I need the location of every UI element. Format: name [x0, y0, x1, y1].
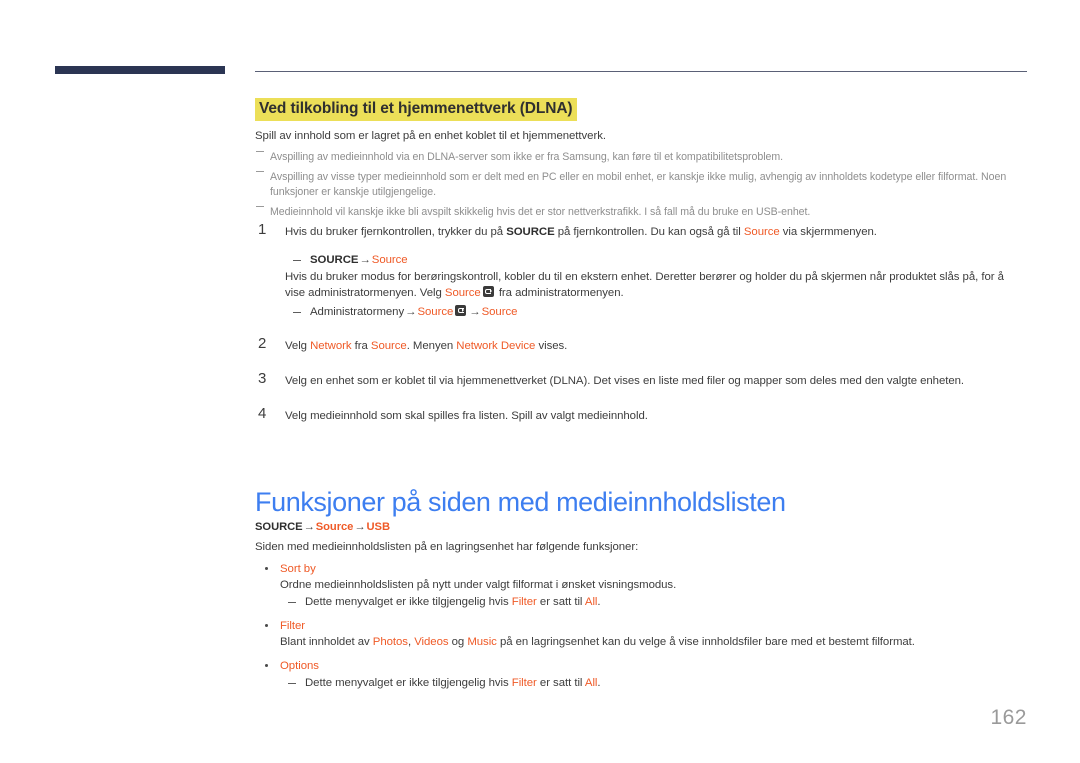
- step-sub-path-1: SOURCE→Source: [285, 252, 1027, 268]
- network-device-menu-link[interactable]: Network Device: [456, 340, 535, 352]
- source-menu-link[interactable]: Source: [371, 340, 407, 352]
- feature-title[interactable]: Filter: [280, 618, 1027, 634]
- section-intro-text: Spill av innhold som er lagret på en enh…: [255, 130, 606, 142]
- feature-note-part: Dette menyvalget er ikke tilgjengelig hv…: [305, 677, 512, 689]
- step-text: Velg medieinnhold som skal spilles fra l…: [285, 410, 648, 422]
- music-menu-link[interactable]: Music: [467, 636, 497, 648]
- all-option-link[interactable]: All: [585, 596, 598, 608]
- feature-desc-part: på en lagringsenhet kan du velge å vise …: [496, 636, 915, 648]
- step-number: 3: [258, 370, 267, 387]
- feature-item-sort-by: Sort by Ordne medieinnholdslisten på nyt…: [255, 561, 1027, 610]
- step-item-2: 2 Velg Network fra Source. Menyen Networ…: [255, 335, 1027, 354]
- header-divider: [255, 71, 1027, 72]
- step-item-4: 4 Velg medieinnhold som skal spilles fra…: [255, 405, 1027, 424]
- dash-marker-icon: [293, 260, 301, 261]
- source-menu-link[interactable]: Source: [417, 306, 453, 318]
- dash-marker-icon: [256, 206, 264, 207]
- feature-description: Blant innholdet av Photos, Videos og Mus…: [280, 634, 1027, 650]
- feature-item-options: Options Dette menyvalget er ikke tilgjen…: [255, 658, 1027, 691]
- videos-menu-link[interactable]: Videos: [414, 636, 448, 648]
- step-number: 1: [258, 221, 267, 238]
- step-text: Velg en enhet som er koblet til via hjem…: [285, 375, 965, 387]
- note-text: Medieinnhold vil kanskje ikke bli avspil…: [270, 206, 811, 218]
- note-text: Avspilling av medieinnhold via en DLNA-s…: [270, 151, 784, 163]
- step-body-part: Hvis du bruker modus for berøringskontro…: [285, 271, 1004, 299]
- bullet-marker-icon: [265, 624, 268, 627]
- feature-desc-part: og: [448, 636, 468, 648]
- enter-key-icon: [455, 305, 467, 316]
- step-text-part: vises.: [535, 340, 568, 352]
- bullet-marker-icon: [265, 567, 268, 570]
- source-menu-link[interactable]: Source: [482, 306, 518, 318]
- page-number: 162: [990, 706, 1027, 729]
- admin-menu-label: Administratormeny: [310, 306, 405, 318]
- navy-accent-bar: [55, 66, 225, 74]
- dash-marker-icon: [288, 683, 296, 684]
- feature-note-part: Dette menyvalget er ikke tilgjengelig hv…: [305, 596, 512, 608]
- menu-path-breadcrumb: SOURCE→Source→USB: [255, 521, 390, 533]
- usb-menu-link[interactable]: USB: [367, 521, 391, 533]
- feature-title[interactable]: Options: [280, 658, 1027, 674]
- dash-marker-icon: [293, 312, 301, 313]
- step-item-1: 1 Hvis du bruker fjernkontrollen, trykke…: [255, 221, 1027, 320]
- highlighted-section-heading: Ved tilkobling til et hjemmenettverk (DL…: [255, 98, 577, 121]
- filter-menu-link[interactable]: Filter: [512, 596, 537, 608]
- arrow-icon: →: [405, 306, 417, 318]
- feature-note: Dette menyvalget er ikke tilgjengelig hv…: [280, 594, 1027, 610]
- feature-note-part: .: [597, 596, 601, 608]
- bullet-marker-icon: [265, 664, 268, 667]
- source-menu-link[interactable]: Source: [372, 254, 408, 266]
- source-menu-link[interactable]: Source: [445, 287, 481, 299]
- note-item: Avspilling av visse typer medieinnhold s…: [255, 170, 1027, 200]
- page-content: Ved tilkobling til et hjemmenettverk (DL…: [255, 0, 1027, 763]
- step-number: 4: [258, 405, 267, 422]
- step-text: Hvis du bruker fjernkontrollen, trykker …: [285, 224, 1027, 240]
- feature-description: Ordne medieinnholdslisten på nytt under …: [280, 579, 677, 591]
- arrow-icon: →: [354, 521, 366, 533]
- dash-marker-icon: [288, 602, 296, 603]
- step-text-part: fra: [351, 340, 371, 352]
- step-number: 2: [258, 335, 267, 352]
- enter-key-icon: [482, 286, 494, 297]
- notes-list: Avspilling av medieinnhold via en DLNA-s…: [255, 150, 1027, 225]
- all-option-link[interactable]: All: [585, 677, 598, 689]
- feature-note-part: .: [597, 677, 601, 689]
- step-item-3: 3 Velg en enhet som er koblet til via hj…: [255, 370, 1027, 389]
- main-section-heading: Funksjoner på siden med medieinnholdslis…: [255, 487, 786, 518]
- feature-item-filter: Filter Blant innholdet av Photos, Videos…: [255, 618, 1027, 650]
- step-text-part: via skjermmenyen.: [779, 226, 877, 238]
- dash-marker-icon: [256, 151, 264, 152]
- arrow-icon: →: [303, 521, 315, 533]
- numbered-steps-list: 1 Hvis du bruker fjernkontrollen, trykke…: [255, 221, 1027, 440]
- main-section-description: Siden med medieinnholdslisten på en lagr…: [255, 541, 639, 553]
- network-menu-link[interactable]: Network: [310, 340, 351, 352]
- arrow-icon: →: [469, 306, 481, 318]
- feature-note: Dette menyvalget er ikke tilgjengelig hv…: [280, 675, 1027, 691]
- filter-menu-link[interactable]: Filter: [512, 677, 537, 689]
- step-text: Velg Network fra Source. Menyen Network …: [285, 338, 1027, 354]
- note-text: Avspilling av visse typer medieinnhold s…: [270, 171, 1007, 198]
- step-text-part: . Menyen: [406, 340, 457, 352]
- step-text-part: Velg: [285, 340, 311, 352]
- step-body-text: Hvis du bruker modus for berøringskontro…: [285, 269, 1027, 301]
- source-menu-link[interactable]: Source: [744, 226, 780, 238]
- feature-note-part: er satt til: [536, 677, 585, 689]
- feature-desc-part: Blant innholdet av: [280, 636, 373, 648]
- feature-title[interactable]: Sort by: [280, 561, 1027, 577]
- step-sub-path-2: Administratormeny→Source →Source: [285, 304, 1027, 320]
- source-key-label: SOURCE: [255, 521, 303, 533]
- photos-menu-link[interactable]: Photos: [373, 636, 408, 648]
- note-item: Medieinnhold vil kanskje ikke bli avspil…: [255, 205, 1027, 220]
- feature-note-part: er satt til: [536, 596, 585, 608]
- step-text-part: på fjernkontrollen. Du kan også gå til: [554, 226, 744, 238]
- source-menu-link[interactable]: Source: [316, 521, 354, 533]
- arrow-icon: →: [359, 254, 371, 266]
- note-item: Avspilling av medieinnhold via en DLNA-s…: [255, 150, 1027, 165]
- dash-marker-icon: [256, 171, 264, 172]
- source-key-label: SOURCE: [310, 254, 359, 266]
- source-key-label: SOURCE: [506, 226, 555, 238]
- step-text-part: Hvis du bruker fjernkontrollen, trykker …: [285, 226, 507, 238]
- features-list: Sort by Ordne medieinnholdslisten på nyt…: [255, 561, 1027, 698]
- step-body-part: fra administratormenyen.: [495, 287, 624, 299]
